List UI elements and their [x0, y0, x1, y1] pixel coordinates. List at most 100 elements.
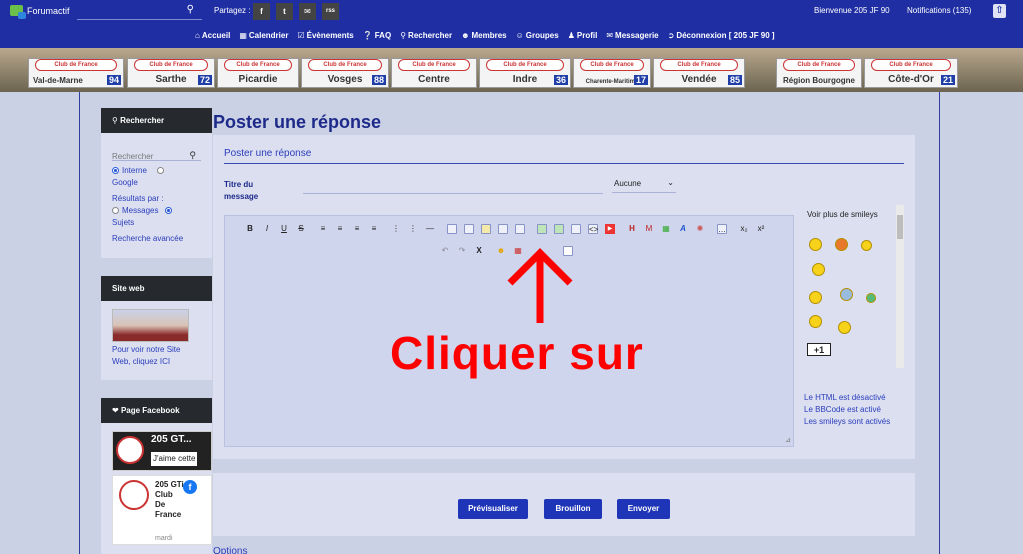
send-button[interactable]: Envoyer [617, 499, 670, 519]
code-icon[interactable] [464, 224, 474, 234]
italic-icon[interactable]: I [262, 224, 272, 234]
bbcode-status-link[interactable]: Le BBCode est activé [804, 404, 890, 416]
link-icon[interactable] [571, 224, 581, 234]
fb-like-button[interactable]: J'aime cette [151, 452, 198, 466]
email-share-button[interactable]: ✉ [299, 3, 316, 20]
options-heading[interactable]: Options [213, 546, 247, 554]
forumactif-logo[interactable]: Forumactif [10, 5, 70, 19]
youtube-icon[interactable]: ▶ [605, 224, 615, 234]
host-image-icon[interactable] [554, 224, 564, 234]
embed-icon[interactable]: <> [588, 224, 598, 234]
search-icon[interactable]: ⚲ [189, 149, 196, 161]
font-color-icon[interactable]: M [644, 224, 654, 234]
scrollbar-thumb[interactable] [897, 215, 903, 239]
facebook-share-button[interactable]: f [253, 3, 270, 20]
table-icon[interactable] [515, 224, 525, 234]
smileys-scrollbar[interactable] [896, 205, 904, 368]
numbered-list-icon[interactable]: ⋮ [408, 224, 418, 234]
nav-accueil[interactable]: ⌂ Accueil [195, 31, 230, 40]
search-icon[interactable]: ⚲ [187, 4, 194, 15]
advanced-search-link[interactable]: Recherche avancée [112, 233, 201, 245]
plaque: Club de France Vendée 85 [653, 58, 745, 88]
bold-icon[interactable]: B [245, 224, 255, 234]
font-size-icon[interactable]: H [627, 224, 637, 234]
draft-button[interactable]: Brouillon [544, 499, 602, 519]
smiley-icon[interactable] [840, 288, 853, 301]
nav-deconnexion[interactable]: ➲ Déconnexion [ 205 JF 90 ] [668, 31, 775, 40]
facebook-page-widget[interactable]: 205 GT... J'aime cette [112, 431, 212, 471]
radio-icon[interactable] [157, 167, 165, 175]
nav-label: Profil [576, 31, 598, 40]
plus-one-smiley-icon[interactable]: +1 [807, 343, 831, 356]
align-left-icon[interactable]: ≡ [318, 224, 328, 234]
radio-messages[interactable]: Messages [112, 205, 201, 217]
plaque-number: 72 [197, 75, 212, 85]
smileys-dropdown[interactable]: Voir plus de smileys [807, 210, 878, 219]
website-thumbnail[interactable] [112, 309, 189, 342]
hide-icon[interactable] [498, 224, 508, 234]
welcome-text[interactable]: Bienvenue 205 JF 90 [814, 6, 890, 15]
smiley-icon[interactable] [809, 238, 822, 251]
align-right-icon[interactable]: ≡ [352, 224, 362, 234]
insert-image-icon[interactable] [537, 224, 547, 234]
smiley-icon[interactable] [812, 263, 825, 276]
bullet-list-icon[interactable]: ⋮ [391, 224, 401, 234]
spoiler-icon[interactable] [481, 224, 491, 234]
plaque-header: Club de France [308, 59, 382, 71]
underline-icon[interactable]: U [279, 224, 289, 234]
subscript-icon[interactable]: x₂ [739, 224, 749, 234]
nav-groupes[interactable]: ☺ Groupes [516, 31, 559, 40]
nav-membres[interactable]: ☻ Membres [461, 31, 507, 40]
sidebar-search-input[interactable]: Rechercher ⚲ [112, 139, 201, 161]
smileys-status-link[interactable]: Les smileys sont activés [804, 416, 890, 428]
smiley-icon[interactable] [861, 240, 872, 251]
html-status-link[interactable]: Le HTML est désactivé [804, 392, 890, 404]
strike-icon[interactable]: S [296, 224, 306, 234]
hr-icon[interactable]: ― [425, 224, 435, 234]
smiley-icon[interactable] [838, 321, 851, 334]
rss-share-button[interactable]: rss [322, 3, 339, 20]
align-center-icon[interactable]: ≡ [335, 224, 345, 234]
radio-icon[interactable] [164, 207, 172, 215]
resize-handle-icon[interactable]: ⊿ [785, 436, 791, 444]
superscript-icon[interactable]: x² [756, 224, 766, 234]
radio-icon[interactable] [112, 167, 119, 175]
website-link[interactable]: Pour voir notre Site Web, cliquez ICI [112, 344, 201, 368]
facebook-post-card[interactable]: 205 GTi Club De France f mardi [112, 475, 212, 545]
font-family-icon[interactable]: A [678, 224, 688, 234]
twitter-share-button[interactable]: t [276, 3, 293, 20]
highlight-icon[interactable]: ▦ [661, 224, 671, 234]
nav-profil[interactable]: ♟ Profil [568, 31, 598, 40]
preview-button[interactable]: Prévisualiser [458, 499, 528, 519]
plaque-header: Club de France [35, 59, 117, 71]
top-search-input[interactable]: ⚲ [77, 3, 202, 20]
message-title-input[interactable] [303, 180, 603, 194]
nav-evenements[interactable]: ☑ Évènements [297, 31, 353, 40]
sidebar-website-title: Site web [101, 276, 212, 301]
smiley-icon[interactable] [835, 238, 848, 251]
icon-select[interactable]: Aucune ⌄ [612, 178, 676, 193]
smiley-icon[interactable] [809, 291, 822, 304]
undo-icon[interactable]: ↶ [440, 246, 450, 256]
sidebar-facebook-title: ❤ Page Facebook [101, 398, 212, 423]
top-bar: Forumactif ⚲ Partagez : f t ✉ rss Bienve… [0, 0, 1023, 24]
nav-messagerie[interactable]: ✉ Messagerie [606, 31, 658, 40]
chat-bubbles-icon [10, 5, 26, 19]
radio-icon[interactable] [112, 207, 119, 215]
smiley-icon[interactable] [866, 293, 876, 303]
scroll-top-icon[interactable]: ⇧ [993, 4, 1006, 18]
quote-icon[interactable] [447, 224, 457, 234]
nav-rechercher[interactable]: ⚲ Rechercher [400, 31, 452, 40]
text-format-icon[interactable]: X [474, 246, 484, 256]
notifications-link[interactable]: Notifications (135) [907, 6, 971, 15]
redo-icon[interactable]: ↷ [457, 246, 467, 256]
plaque-number: 36 [553, 75, 568, 85]
nav-label: FAQ [374, 31, 392, 40]
nav-faq[interactable]: ❔ FAQ [363, 31, 391, 40]
radio-internal[interactable]: Interne [112, 165, 201, 177]
clear-format-icon[interactable]: ✺ [695, 224, 705, 234]
nav-calendrier[interactable]: ▦ Calendrier [239, 31, 288, 40]
justify-icon[interactable]: ≡ [369, 224, 379, 234]
smiley-icon[interactable] [809, 315, 822, 328]
more-icon[interactable]: … [717, 224, 727, 234]
